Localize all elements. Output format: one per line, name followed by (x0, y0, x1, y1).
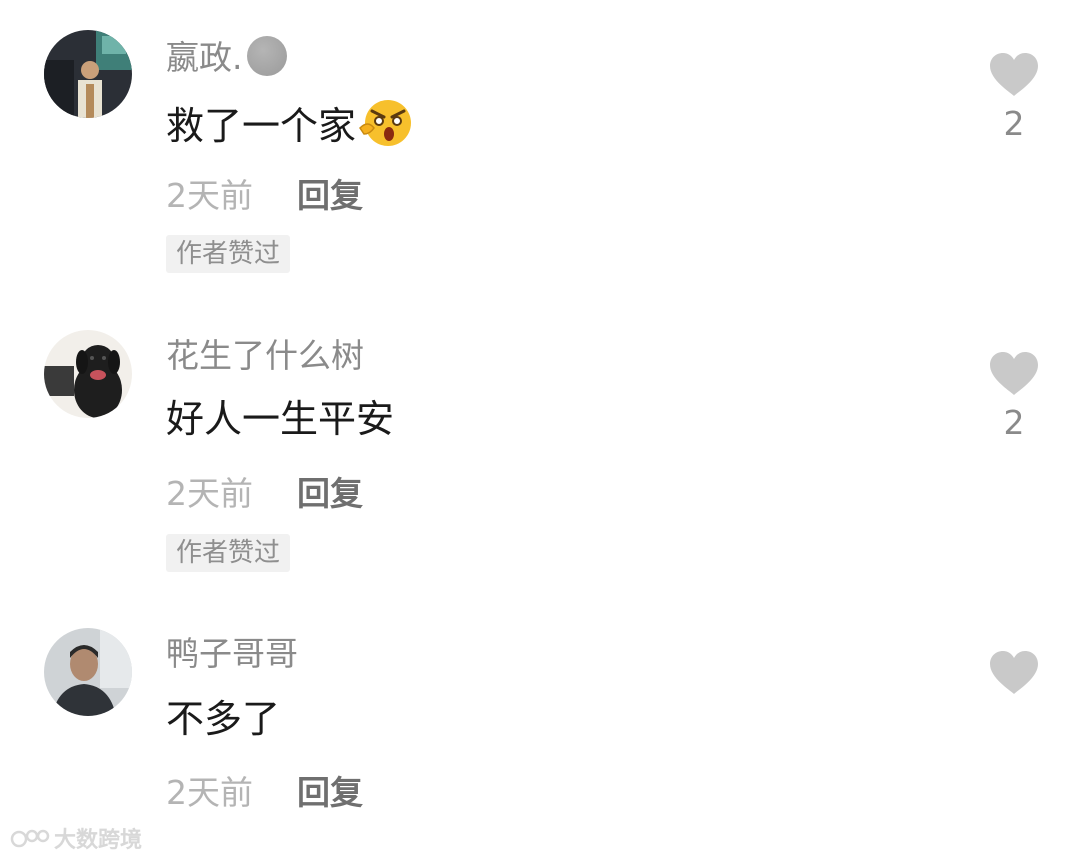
watermark-logo-icon (10, 827, 52, 857)
comment-meta: 2天前 回复 (166, 474, 363, 514)
avatar[interactable] (44, 628, 132, 716)
heart-icon (990, 651, 1038, 694)
reply-button[interactable]: 回复 (297, 773, 363, 812)
author-liked-tag: 作者赞过 (166, 235, 291, 273)
comment-meta: 2天前 回复 (166, 773, 363, 813)
watermark-text: 大数跨境 (54, 828, 143, 853)
like-button[interactable] (988, 650, 1040, 696)
comment-text: 好人一生平安 (166, 397, 395, 441)
reply-button[interactable]: 回复 (297, 474, 363, 513)
like-count: 2 (1003, 104, 1025, 143)
reply-button[interactable]: 回复 (297, 176, 363, 215)
like-button[interactable] (988, 351, 1040, 397)
heart-icon (990, 352, 1038, 395)
username-text[interactable]: 嬴政. (166, 38, 243, 77)
avatar[interactable] (44, 330, 132, 418)
username[interactable]: 花生了什么树 (166, 336, 364, 376)
vip-badge-icon (246, 36, 287, 76)
heart-icon (990, 53, 1038, 96)
author-liked-tag: 作者赞过 (166, 534, 291, 572)
avatar[interactable] (44, 30, 132, 118)
like-button[interactable] (988, 52, 1040, 98)
timestamp: 2天前 (166, 773, 253, 812)
comment-text-content: 救了一个家 (166, 104, 357, 148)
shocked-face-emoji-icon (358, 98, 414, 158)
username[interactable]: 鸭子哥哥 (166, 634, 298, 674)
comment-text: 不多了 (166, 697, 281, 741)
comment-meta: 2天前 回复 (166, 176, 363, 216)
comment-text: 救了一个家 (166, 98, 414, 158)
watermark: 大数跨境 (10, 822, 142, 857)
username[interactable]: 嬴政. (166, 36, 287, 78)
like-count: 2 (1003, 403, 1025, 442)
timestamp: 2天前 (166, 176, 253, 215)
timestamp: 2天前 (166, 474, 253, 513)
